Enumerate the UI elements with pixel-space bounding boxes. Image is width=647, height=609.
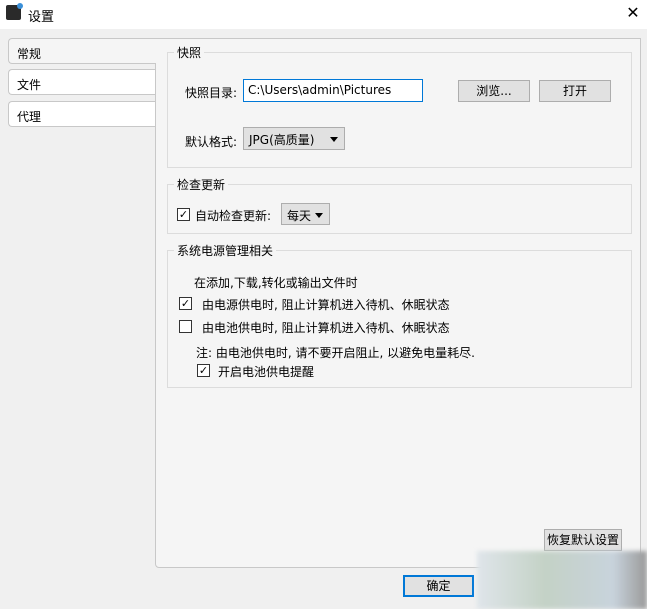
snapshot-dir-input[interactable]: C:\Users\admin\Pictures (243, 79, 423, 102)
update-frequency-select[interactable]: 每天 (281, 203, 330, 225)
tab-files[interactable]: 文件 (8, 69, 155, 95)
snapshot-dir-label: 快照目录: (185, 86, 238, 100)
battery-reminder-checkbox[interactable]: ✓ (197, 364, 210, 377)
window-title: 设置 (28, 10, 55, 25)
title-bar (0, 0, 647, 29)
ac-power-checkbox[interactable]: ✓ (179, 297, 192, 310)
auto-update-checkbox[interactable]: ✓ (177, 208, 190, 221)
battery-reminder-label: 开启电池供电提醒 (218, 365, 315, 379)
power-intro: 在添加,下载,转化或输出文件时 (194, 276, 358, 290)
update-group-label: 检查更新 (174, 176, 229, 193)
chevron-down-icon (315, 213, 323, 218)
snapshot-group-label: 快照 (174, 44, 205, 61)
snapshot-group (167, 52, 632, 168)
tab-general[interactable]: 常规 (8, 38, 156, 64)
battery-note: 注: 由电池供电时, 请不要开启阻止, 以避免电量耗尽. (196, 346, 475, 360)
chevron-down-icon (330, 137, 338, 142)
format-label: 默认格式: (185, 135, 238, 149)
format-select[interactable]: JPG(高质量) (243, 127, 345, 150)
battery-power-label: 由电池供电时, 阻止计算机进入待机、休眠状态 (202, 321, 450, 335)
browse-button[interactable]: 浏览... (458, 80, 530, 102)
auto-update-label: 自动检查更新: (195, 209, 272, 223)
format-value: JPG(高质量) (249, 133, 315, 147)
restore-defaults-button[interactable]: 恢复默认设置 (544, 529, 622, 551)
tab-proxy[interactable]: 代理 (8, 101, 155, 127)
app-icon (6, 3, 23, 20)
blurred-region (477, 551, 647, 609)
battery-power-checkbox[interactable] (179, 320, 192, 333)
frequency-value: 每天 (287, 209, 312, 223)
power-group-label: 系统电源管理相关 (174, 242, 277, 259)
close-icon[interactable]: ✕ (622, 2, 644, 24)
ac-power-label: 由电源供电时, 阻止计算机进入待机、休眠状态 (202, 298, 450, 312)
ok-button[interactable]: 确定 (403, 575, 474, 597)
open-button[interactable]: 打开 (539, 80, 611, 102)
